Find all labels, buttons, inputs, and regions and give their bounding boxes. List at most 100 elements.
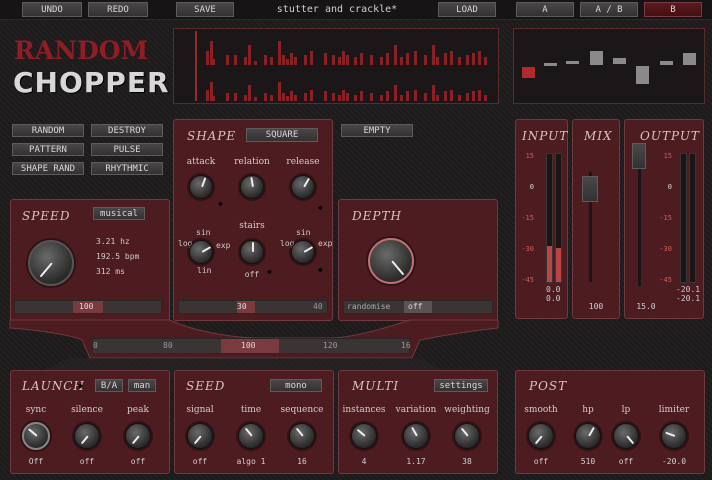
output-peak-right: -20.1 [676,294,701,303]
variation-knob[interactable] [403,423,429,449]
waveform-graph [195,31,487,101]
random-preset-button[interactable]: RANDOM [12,124,84,137]
randomise-slider[interactable]: randomise off [343,300,493,314]
empty-button[interactable]: EMPTY [341,124,413,137]
stairs-knob[interactable] [240,240,264,264]
release-curve-knob[interactable] [291,240,315,264]
speed-title: SPEED [22,209,71,223]
log-right-label: log [280,240,294,248]
curve-marker-icon: ◆ [318,265,323,274]
peak-label: peak [127,405,149,415]
step-volume-display [513,28,705,104]
relation-knob[interactable] [240,175,264,199]
attack-knob[interactable] [189,175,213,199]
speed-slider[interactable]: 100 [14,300,162,314]
stairs-value: off [244,270,260,279]
logo-random: RANDOM [14,36,149,65]
shape-slider-max: 40 [313,302,323,311]
randomise-value: off [408,302,423,311]
pulse-preset-button[interactable]: PULSE [91,143,163,156]
load-button[interactable]: LOAD [438,2,496,17]
weighting-knob[interactable] [454,423,480,449]
launch-ba-button[interactable]: B/A [95,379,123,392]
shape-slider-value: 30 [237,302,247,311]
lin-left-label: lin [197,266,212,275]
output-scale-m30: -30 [659,245,672,253]
ab-compare-button[interactable]: A / B [580,2,638,17]
input-scale-0: 0 [529,183,534,191]
input-meter-right [555,153,562,283]
shape-mode-button[interactable]: SQUARE [246,128,318,142]
exp-left-label: exp [216,242,230,250]
redo-button[interactable]: REDO [88,2,148,17]
seed-mode-button[interactable]: mono [270,379,322,392]
pattern-preset-button[interactable]: PATTERN [12,143,84,156]
center-slider[interactable]: 100 0 80 120 16 [92,338,411,354]
rhythmic-preset-button[interactable]: RHYTHMIC [91,162,163,175]
attack-curve-knob[interactable] [189,240,213,264]
shape-slider[interactable]: 30 40 [178,300,328,314]
lp-knob[interactable] [613,423,639,449]
release-knob[interactable] [291,175,315,199]
input-peak-right: 0.0 [546,294,561,303]
peak-value: off [130,457,146,466]
output-slider-handle[interactable] [632,143,646,169]
smooth-knob[interactable] [528,423,554,449]
preset-b-button[interactable]: B [644,2,702,17]
center-tick-120: 120 [323,341,338,350]
output-meter-right [689,153,696,283]
speed-knob[interactable] [28,240,74,286]
stairs-label: stairs [239,221,265,231]
launch-man-button[interactable]: man [128,379,156,392]
center-tick-16: 16 [401,341,411,350]
instances-knob[interactable] [351,423,377,449]
weighting-value: 38 [462,457,472,466]
center-slider-value: 100 [241,341,256,350]
output-scale-m45: -45 [659,276,672,284]
shape-rand-preset-button[interactable]: SHAPE RAND [12,162,84,175]
speed-slider-value: 100 [79,302,94,311]
release-label: release [286,157,320,167]
sequence-label: sequence [280,405,324,415]
signal-knob[interactable] [187,423,213,449]
release-marker-icon: ◆ [318,203,323,212]
post-title: POST [529,379,568,393]
limiter-value: -20.0 [661,457,687,466]
output-scale-0: 0 [667,183,672,191]
time-knob[interactable] [238,423,264,449]
sin-right-label: sin [296,228,311,237]
speed-bpm: 192.5 bpm [96,252,140,261]
speed-hz: 3.21 hz [96,237,130,246]
output-meter-left [680,153,687,283]
output-scale-15: 15 [663,152,672,160]
mix-slider-handle[interactable] [582,176,598,202]
random-chopper-plugin: UNDO REDO SAVE stutter and crackle* LOAD… [0,0,712,480]
weighting-label: weighting [444,405,490,415]
multi-settings-button[interactable]: settings [434,379,488,392]
undo-button[interactable]: UNDO [22,2,82,17]
sequence-knob[interactable] [289,423,315,449]
shape-title: SHAPE [187,129,237,143]
peak-knob[interactable] [125,423,151,449]
mix-title: MIX [584,129,613,143]
log-left-label: log [178,240,192,248]
save-button[interactable]: SAVE [176,2,234,17]
hp-knob[interactable] [575,423,601,449]
depth-knob[interactable] [368,238,414,284]
limiter-label: limiter [658,405,690,415]
limiter-knob[interactable] [661,423,687,449]
sin-left-label: sin [196,228,211,237]
input-scale-15: 15 [525,152,534,160]
speed-mode-button[interactable]: musical [93,207,145,220]
sync-knob[interactable] [22,422,50,450]
destroy-preset-button[interactable]: DESTROY [91,124,163,137]
randomise-label: randomise [347,302,391,311]
step-volume-graph [522,51,696,84]
output-slider-track [638,150,641,286]
preset-a-button[interactable]: A [516,2,574,17]
speed-ms: 312 ms [96,267,125,276]
multi-title: MULTI [352,379,400,393]
mix-panel [572,119,620,319]
silence-knob[interactable] [74,423,100,449]
preset-name[interactable]: stutter and crackle* [244,3,430,17]
